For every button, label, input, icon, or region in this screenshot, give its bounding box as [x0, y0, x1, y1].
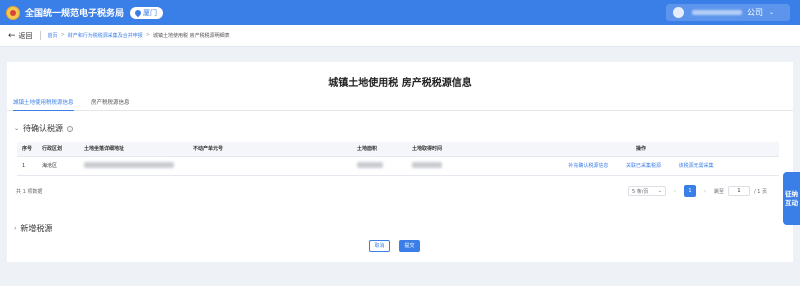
breadcrumb: 首页 > 财产和行为税税源采集及合并申报 > 城镇土地使用税 房产税税源明细表 [48, 32, 230, 39]
tab-land-use-tax[interactable]: 城镇土地使用税税源信息 [13, 98, 74, 111]
redacted-acquire-time [412, 162, 442, 169]
total-count: 共 1 项数据 [16, 189, 43, 195]
breadcrumb-separator: > [145, 32, 150, 38]
arrow-left-icon: ← [8, 30, 16, 41]
cell-actions: 补充确认税源信息 关联已采集税源 该税源无需采集 [503, 156, 779, 176]
page-total-label: / 1 页 [754, 188, 768, 195]
tax-bureau-logo-icon [6, 5, 20, 20]
col-index: 序号 [17, 142, 37, 157]
col-land-area: 土地面积 [352, 142, 407, 157]
pending-section-title: 待确认税源 [23, 124, 64, 133]
col-unit-no: 不动产单元号 [188, 142, 352, 157]
tab-bar: 城镇土地使用税税源信息 房产税税源信息 [7, 98, 793, 111]
chevron-down-icon: ⌄ [14, 125, 20, 132]
pending-source-table: 序号 行政区划 土地坐落详细地址 不动产单元号 土地面积 土地取得时间 操作 1… [17, 142, 779, 176]
tab-property-tax[interactable]: 房产税税源信息 [91, 98, 130, 111]
submit-button[interactable]: 提交 [399, 240, 420, 252]
pagination: 5 条/页 ⌄ ‹ 1 › 跳至 1 / 1 页 [628, 185, 767, 197]
chevron-down-icon: ⌄ [769, 9, 775, 16]
table-header-row: 序号 行政区划 土地坐落详细地址 不动产单元号 土地面积 土地取得时间 操作 [17, 142, 779, 157]
cell-district: 海沧区 [37, 156, 79, 176]
chevron-right-icon: › [14, 225, 17, 232]
prev-page-button[interactable]: ‹ [670, 188, 680, 195]
link-existing-source-link[interactable]: 关联已采集税源 [626, 163, 661, 169]
redacted-company-name [692, 10, 742, 15]
page-size-value: 5 条/页 [632, 188, 649, 195]
pending-section-header[interactable]: ⌄ 待确认税源 i [14, 123, 74, 134]
company-label: 公司 [747, 8, 763, 17]
cell-unit-no [188, 156, 352, 176]
cancel-button[interactable]: 取消 [369, 240, 390, 252]
taxpayer-interaction-button[interactable]: 征纳 互动 [783, 172, 800, 225]
new-source-title: 新增税源 [20, 224, 53, 233]
back-label: 返回 [18, 31, 33, 40]
col-district: 行政区划 [37, 142, 79, 157]
top-bar: 全国统一规范电子税务局 厦门 公司 ⌄ [0, 0, 800, 25]
jump-label: 跳至 [714, 188, 725, 195]
city-label: 厦门 [143, 8, 158, 17]
col-address: 土地坐落详细地址 [79, 142, 188, 157]
location-pin-icon [133, 8, 143, 17]
float-tab-line2: 互动 [785, 199, 798, 207]
back-button[interactable]: ← 返回 [8, 31, 33, 41]
next-page-button[interactable]: › [700, 188, 710, 195]
cell-land-area [352, 156, 407, 176]
float-tab-line1: 征纳 [785, 190, 798, 198]
col-acquire-time: 土地取得时间 [407, 142, 503, 157]
avatar [673, 7, 684, 18]
confirm-source-link[interactable]: 补充确认税源信息 [568, 163, 608, 169]
page-title: 城镇土地使用税 房产税税源信息 [328, 78, 472, 89]
cell-address [79, 156, 188, 176]
breadcrumb-separator: > [60, 32, 65, 38]
breadcrumb-bar: ← 返回 首页 > 财产和行为税税源采集及合并申报 > 城镇土地使用税 房产税税… [0, 25, 800, 47]
cell-index: 1 [17, 156, 37, 176]
app-title: 全国统一规范电子税务局 [25, 9, 125, 19]
cell-acquire-time [407, 156, 503, 176]
new-source-section-header[interactable]: › 新增税源 [14, 223, 52, 234]
col-actions: 操作 [503, 142, 779, 157]
info-icon[interactable]: i [67, 125, 74, 132]
divider [39, 31, 41, 40]
breadcrumb-current: 城镇土地使用税 房产税税源明细表 [152, 33, 230, 39]
city-selector[interactable]: 厦门 [130, 6, 164, 19]
main-card: 城镇土地使用税 房产税税源信息 城镇土地使用税税源信息 房产税税源信息 ⌄ 待确… [7, 62, 793, 262]
current-page-button[interactable]: 1 [684, 185, 696, 197]
table-row: 1 海沧区 补充确认税源信息 关联已采集税源 该税源无需采集 [17, 156, 779, 176]
redacted-address [84, 162, 174, 169]
user-menu[interactable]: 公司 ⌄ [666, 4, 790, 21]
redacted-land-area [357, 162, 383, 169]
breadcrumb-home[interactable]: 首页 [48, 32, 58, 39]
breadcrumb-collection[interactable]: 财产和行为税税源采集及合并申报 [68, 32, 143, 39]
chevron-down-icon: ⌄ [657, 188, 662, 194]
skip-source-link[interactable]: 该税源无需采集 [679, 163, 714, 169]
jump-page-input[interactable]: 1 [728, 186, 751, 196]
page-size-select[interactable]: 5 条/页 ⌄ [628, 186, 666, 196]
